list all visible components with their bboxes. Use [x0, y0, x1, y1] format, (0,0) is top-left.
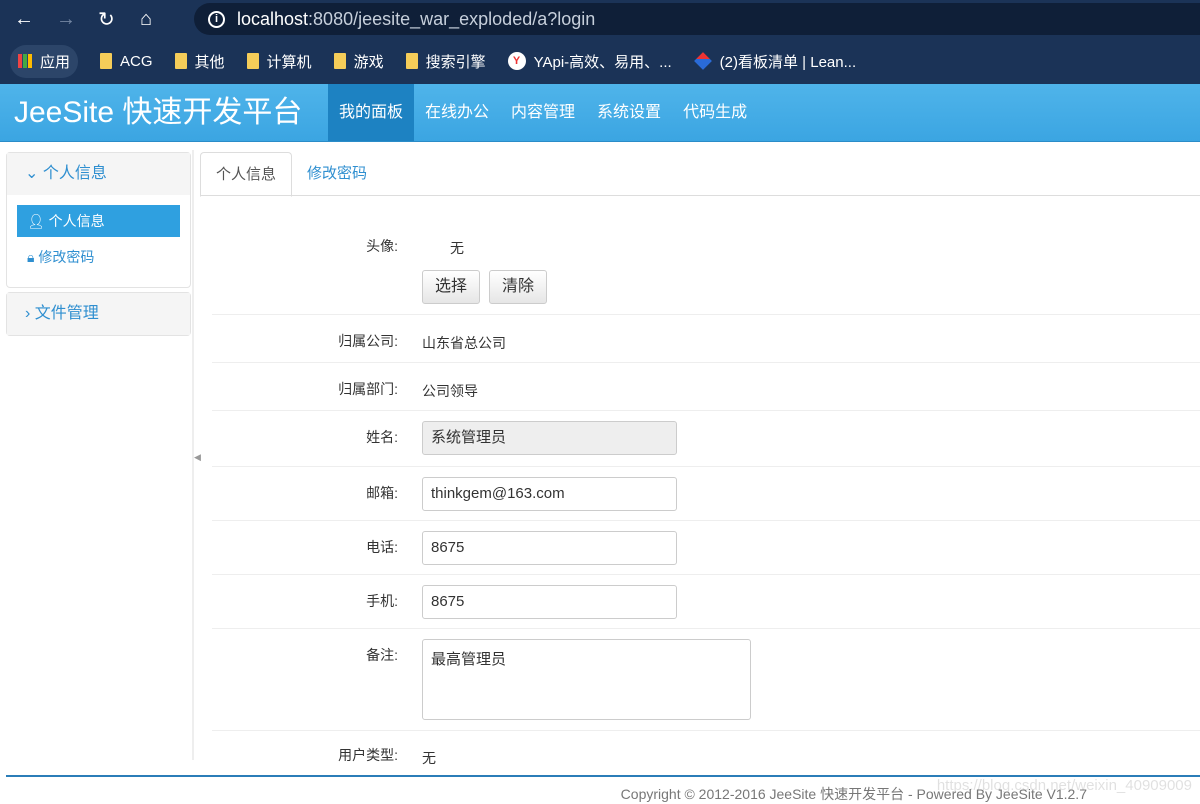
main-content: 个人信息 修改密码 头像: 无 选择 清除 归属公司: 山东省总公司 归属部门: 公… [200, 152, 1200, 766]
remarks-textarea[interactable]: 最高管理员 [422, 639, 751, 720]
select-avatar-button[interactable]: 选择 [422, 270, 481, 304]
nav-settings[interactable]: 系统设置 [586, 84, 672, 141]
bookmark-leangoo[interactable]: (2)看板清单 | Lean... [693, 51, 856, 72]
bookmarks-bar: 应用 ACG 其他 计算机 游戏 搜索引擎 Y YApi-高效、易用、... (2… [0, 38, 1200, 84]
avatar-label: 头像: [366, 238, 398, 254]
nav-dashboard[interactable]: 我的面板 [328, 84, 415, 141]
bookmark-search[interactable]: 搜索引擎 [405, 51, 486, 72]
info-icon[interactable]: i [208, 10, 225, 28]
forward-icon[interactable]: → [56, 8, 98, 31]
sidebar-group-header[interactable]: ⌄ 个人信息 [7, 153, 190, 195]
sidebar-group-profile: ⌄ 个人信息 👤︎ 个人信息 🔒︎ 修改密码 [6, 152, 191, 288]
tab-bar: 个人信息 修改密码 [200, 152, 1200, 197]
bookmark-games[interactable]: 游戏 [333, 51, 384, 72]
copyright: Copyright © 2012-2016 JeeSite 快速开发平台 - P… [620, 786, 1087, 802]
nav-codegen[interactable]: 代码生成 [672, 84, 758, 141]
folder-icon [333, 53, 346, 69]
user-icon: 👤︎ [27, 213, 49, 229]
browser-toolbar: ← → ↻ ⌂ i localhost:8080/jeesite_war_expl… [0, 0, 1200, 38]
nav-content[interactable]: 内容管理 [500, 84, 586, 141]
name-input[interactable]: 系统管理员 [422, 421, 677, 455]
apps-grid-icon [18, 54, 32, 68]
main-nav: 我的面板 在线办公 内容管理 系统设置 代码生成 [328, 84, 758, 141]
brand-title[interactable]: JeeSite 快速开发平台 [0, 84, 328, 141]
app-header: JeeSite 快速开发平台 我的面板 在线办公 内容管理 系统设置 代码生成 [0, 84, 1200, 142]
address-bar[interactable]: i localhost:8080/jeesite_war_exploded/a?l… [194, 3, 1200, 35]
bookmark-yapi[interactable]: Y YApi-高效、易用、... [507, 51, 672, 72]
folder-icon [405, 53, 418, 69]
phone-label: 电话: [366, 539, 398, 555]
tab-profile[interactable]: 个人信息 [200, 152, 293, 197]
email-input[interactable]: thinkgem@163.com [422, 477, 677, 511]
user-type-value: 无 [422, 750, 436, 766]
sidebar-item-profile[interactable]: 👤︎ 个人信息 [17, 205, 180, 237]
user-type-label: 用户类型: [338, 747, 398, 763]
mobile-label: 手机: [366, 593, 398, 609]
mobile-input[interactable]: 8675 [422, 585, 677, 619]
chevron-right-icon: › [25, 305, 35, 322]
tab-password[interactable]: 修改密码 [292, 152, 382, 195]
back-icon[interactable]: ← [14, 8, 56, 31]
remarks-label: 备注: [366, 647, 398, 663]
folder-icon [174, 53, 187, 69]
sidebar-group-files: › 文件管理 [6, 292, 191, 336]
name-label: 姓名: [366, 429, 398, 445]
bookmark-other[interactable]: 其他 [174, 51, 225, 72]
bookmark-apps[interactable]: 应用 [10, 44, 79, 78]
bookmark-computer[interactable]: 计算机 [246, 51, 312, 72]
sidebar-item-password[interactable]: 🔒︎ 修改密码 [17, 241, 180, 273]
folder-icon [100, 53, 113, 69]
clear-avatar-button[interactable]: 清除 [489, 270, 548, 304]
sidebar-group-header[interactable]: › 文件管理 [7, 293, 190, 335]
email-label: 邮箱: [366, 485, 398, 501]
home-icon[interactable]: ⌂ [140, 8, 182, 31]
phone-input[interactable]: 8675 [422, 531, 677, 565]
bookmark-acg[interactable]: ACG [100, 53, 153, 70]
nav-office[interactable]: 在线办公 [414, 84, 500, 141]
leangoo-icon [693, 52, 712, 70]
sidebar: ⌄ 个人信息 👤︎ 个人信息 🔒︎ 修改密码 › 文件管理 [6, 152, 191, 340]
folder-icon [246, 53, 259, 69]
collapse-arrow-icon[interactable]: ◀ [194, 452, 201, 463]
chevron-down-icon: ⌄ [25, 165, 43, 182]
dept-value: 公司领导 [422, 383, 478, 399]
reload-icon[interactable]: ↻ [98, 7, 140, 32]
yapi-icon: Y [507, 52, 526, 70]
company-label: 归属公司: [338, 333, 398, 349]
company-value: 山东省总公司 [422, 335, 506, 351]
dept-label: 归属部门: [338, 381, 398, 397]
avatar-value: 无 [450, 240, 464, 256]
lock-icon: 🔒︎ [27, 249, 39, 265]
